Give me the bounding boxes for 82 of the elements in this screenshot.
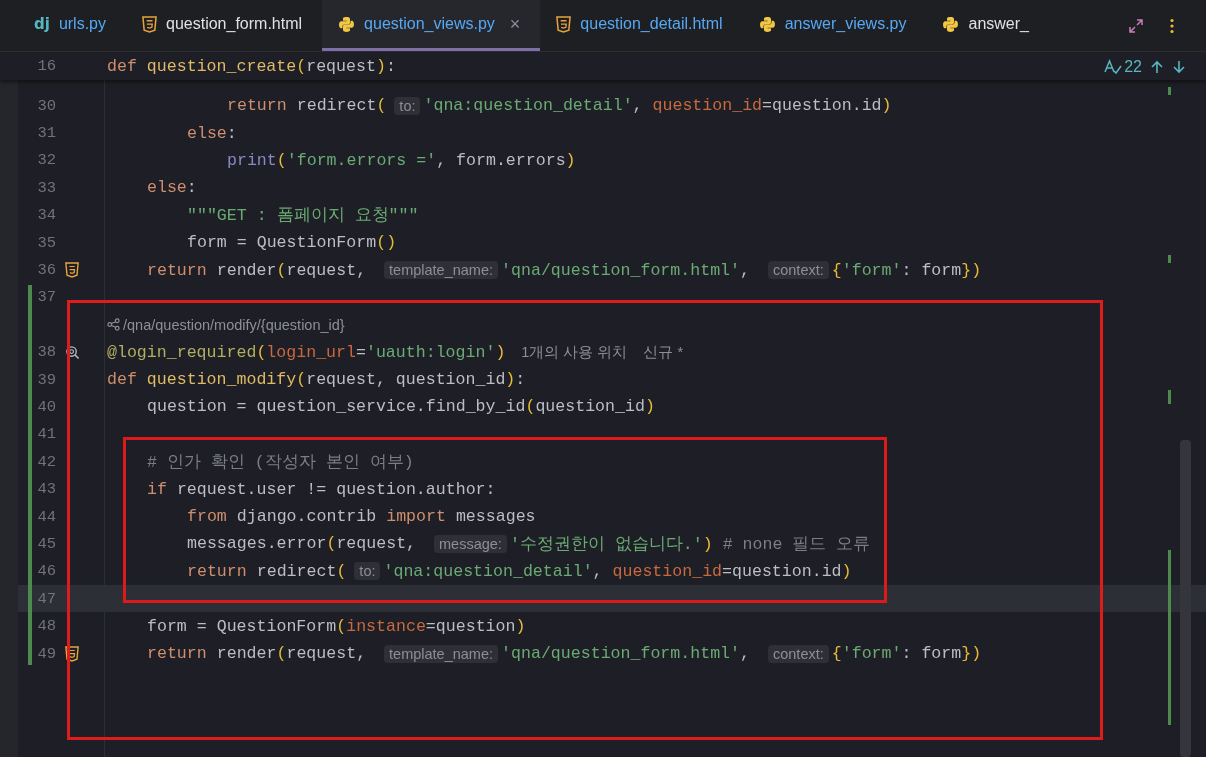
code-text: form = QuestionForm(instance=question) bbox=[147, 616, 526, 636]
line-number: 32 bbox=[36, 151, 56, 170]
parameter-hint: to: bbox=[354, 562, 381, 581]
line-number: 16 bbox=[36, 57, 56, 75]
arrow-down-icon[interactable] bbox=[1172, 60, 1186, 74]
code-text: return redirect( bbox=[227, 96, 387, 116]
code-text: """GET : 폼페이지 요청""" bbox=[187, 205, 419, 227]
route-hint[interactable]: /qna/question/modify/{question_id} bbox=[123, 316, 345, 333]
parameter-hint: context: bbox=[767, 261, 829, 280]
code-text: 'qna:question_detail', question_id=question.id) bbox=[423, 96, 892, 116]
code-text: messages.error(request, bbox=[187, 534, 418, 554]
inspection-count[interactable]: 22 bbox=[1124, 58, 1142, 76]
parameter-hint: context: bbox=[767, 644, 829, 663]
line-number: 38 bbox=[36, 343, 56, 362]
code-text: # 인가 확인 (작성자 본인 여부) bbox=[147, 451, 414, 473]
change-marker bbox=[1168, 255, 1171, 263]
code-text: def question_create(request): bbox=[107, 56, 396, 76]
line-number: 37 bbox=[36, 288, 56, 307]
more-options-icon[interactable] bbox=[1170, 18, 1174, 34]
line-number: 33 bbox=[36, 178, 56, 197]
line-number: 40 bbox=[36, 398, 56, 416]
line-number: 30 bbox=[36, 96, 56, 115]
parameter-hint: to: bbox=[394, 96, 421, 115]
editor-tab[interactable]: question_detail.html bbox=[540, 0, 743, 51]
code-text: form = QuestionForm() bbox=[187, 233, 397, 253]
magnifier-icon[interactable] bbox=[65, 344, 80, 360]
line-number: 35 bbox=[36, 233, 56, 252]
code-text: '수정권한이 없습니다.') # none 필드 오류 bbox=[509, 533, 871, 555]
line-number: 34 bbox=[36, 206, 56, 225]
editor-tab[interactable]: answer_ bbox=[926, 0, 1049, 51]
line-number: 48 bbox=[36, 617, 56, 636]
line-number: 43 bbox=[36, 480, 56, 499]
share-icon[interactable] bbox=[107, 318, 120, 332]
parameter-hint: message: bbox=[434, 534, 507, 553]
line-number: 39 bbox=[36, 370, 56, 389]
code-text: {'form': form}) bbox=[831, 644, 982, 663]
parameter-hint: template_name: bbox=[384, 644, 499, 663]
line-number: 31 bbox=[36, 124, 56, 143]
code-text: else: bbox=[147, 178, 197, 198]
spellcheck-icon[interactable] bbox=[1104, 59, 1123, 75]
editor-tab[interactable]: question_form.html bbox=[126, 0, 323, 51]
html-file-icon[interactable] bbox=[65, 262, 79, 279]
code-text: question = question_service.find_by_id(question_id) bbox=[147, 397, 655, 417]
code-text: def question_modify(request, question_id): bbox=[107, 370, 526, 390]
python-icon bbox=[338, 15, 356, 33]
editor-tab[interactable]: answer_views.py bbox=[742, 0, 927, 51]
arrow-up-icon[interactable] bbox=[1150, 60, 1164, 74]
close-icon[interactable]: × bbox=[509, 13, 521, 35]
code-text: 'qna/question_form.html', bbox=[501, 260, 751, 280]
line-number: 44 bbox=[36, 507, 56, 526]
line-number: 42 bbox=[36, 452, 56, 471]
code-text: 'qna/question_form.html', bbox=[501, 644, 751, 663]
inlay-note[interactable]: 1개의 사용 위치 bbox=[521, 342, 628, 362]
code-text: if request.user != question.author: bbox=[147, 479, 496, 499]
python-icon bbox=[758, 15, 776, 33]
parameter-hint: template_name: bbox=[384, 261, 499, 280]
editor-tab[interactable]: dj urls.py bbox=[18, 0, 126, 51]
html-file-icon[interactable] bbox=[65, 645, 79, 662]
code-text: return render(request, bbox=[147, 644, 368, 663]
code-text: print('form.errors =', form.errors) bbox=[227, 150, 576, 170]
code-text: return render(request, bbox=[147, 260, 368, 280]
code-text: return redirect( bbox=[187, 561, 347, 581]
line-number: 36 bbox=[36, 261, 56, 280]
line-number: 46 bbox=[36, 562, 56, 581]
code-text: else: bbox=[187, 123, 237, 143]
editor-tab[interactable]: question_views.py × bbox=[322, 0, 541, 51]
line-number: 49 bbox=[36, 644, 56, 663]
change-marker bbox=[1168, 87, 1171, 95]
code-text: from django.contrib import messages bbox=[187, 507, 536, 527]
html-file-icon bbox=[142, 15, 157, 33]
line-number: 47 bbox=[36, 589, 56, 608]
code-text: {'form': form}) bbox=[831, 260, 982, 280]
html-file-icon bbox=[556, 15, 572, 33]
inlay-note[interactable]: 신규 * bbox=[643, 342, 684, 362]
python-icon bbox=[942, 15, 960, 33]
code-text: @login_required(login_url='uauth:login') bbox=[107, 342, 506, 362]
expand-icon[interactable] bbox=[1128, 18, 1144, 34]
change-marker bbox=[1168, 390, 1171, 404]
django-logo-icon: dj bbox=[34, 15, 50, 33]
code-text: 'qna:question_detail', question_id=question.id) bbox=[383, 561, 852, 581]
line-number: 45 bbox=[36, 534, 56, 553]
line-number: 41 bbox=[36, 425, 56, 444]
